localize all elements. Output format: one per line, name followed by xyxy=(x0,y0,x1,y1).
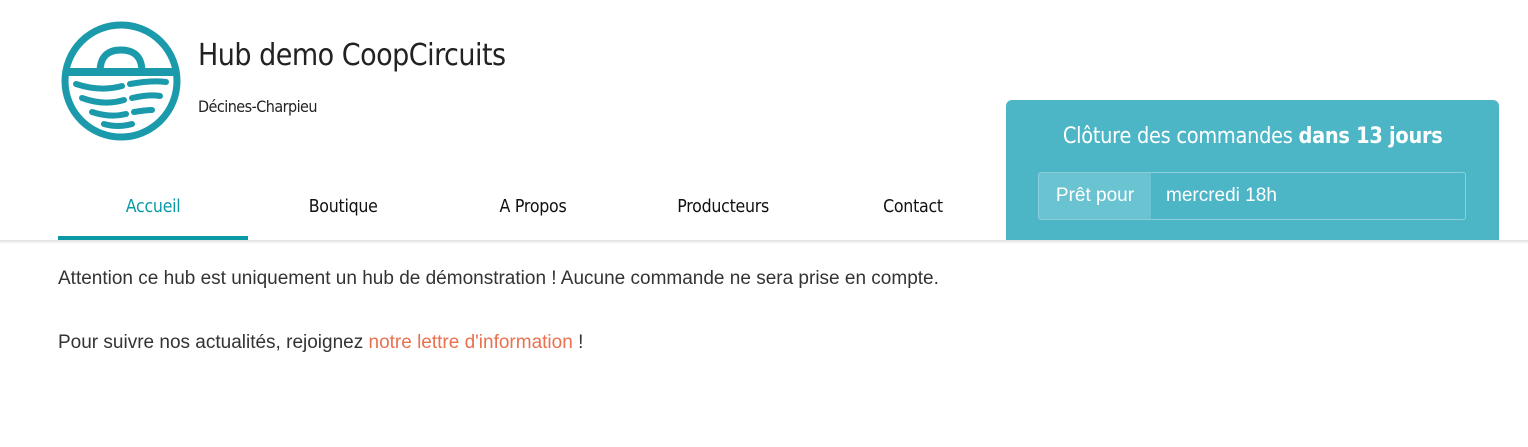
header-divider xyxy=(0,240,1528,244)
basket-logo-icon[interactable] xyxy=(60,20,182,142)
newsletter-prefix: Pour suivre nos actualités, rejoignez xyxy=(58,332,364,353)
nav-tab-contact[interactable]: Contact xyxy=(818,172,1008,240)
nav-tab-boutique[interactable]: Boutique xyxy=(248,172,438,240)
closing-info: Clôture des commandes dans 13 jours xyxy=(1006,124,1499,149)
home-content: Attention ce hub est uniquement un hub d… xyxy=(58,268,1478,354)
page-header: Hub demo CoopCircuits Décines-Charpieu A… xyxy=(0,0,1528,240)
closing-prefix: Clôture des commandes xyxy=(1062,124,1293,149)
nav-tab-label: Boutique xyxy=(308,195,378,217)
ready-for-label: Prêt pour xyxy=(1039,173,1151,219)
hub-city: Décines-Charpieu xyxy=(198,97,318,116)
hub-name: Hub demo CoopCircuits xyxy=(198,38,506,73)
nav-tab-label: Producteurs xyxy=(677,195,769,217)
newsletter-suffix: ! xyxy=(578,332,584,353)
closing-countdown: dans 13 jours xyxy=(1298,124,1443,149)
nav-tab-producteurs[interactable]: Producteurs xyxy=(628,172,818,240)
nav-tab-label: Contact xyxy=(883,195,943,217)
nav-tab-label: A Propos xyxy=(499,195,567,217)
newsletter-link[interactable]: notre lettre d'information xyxy=(369,332,573,353)
order-cycle-panel: Clôture des commandes dans 13 jours Prêt… xyxy=(1006,100,1499,240)
newsletter-paragraph: Pour suivre nos actualités, rejoignez no… xyxy=(58,332,1478,354)
main-nav: Accueil Boutique A Propos Producteurs Co… xyxy=(58,172,1008,240)
ready-for-value[interactable]: mercredi 18h xyxy=(1151,173,1465,219)
nav-tab-accueil[interactable]: Accueil xyxy=(58,172,248,240)
demo-notice: Attention ce hub est uniquement un hub d… xyxy=(58,268,939,289)
ready-for-selector[interactable]: Prêt pour mercredi 18h xyxy=(1038,172,1466,220)
nav-tab-a-propos[interactable]: A Propos xyxy=(438,172,628,240)
nav-tab-label: Accueil xyxy=(125,195,181,217)
